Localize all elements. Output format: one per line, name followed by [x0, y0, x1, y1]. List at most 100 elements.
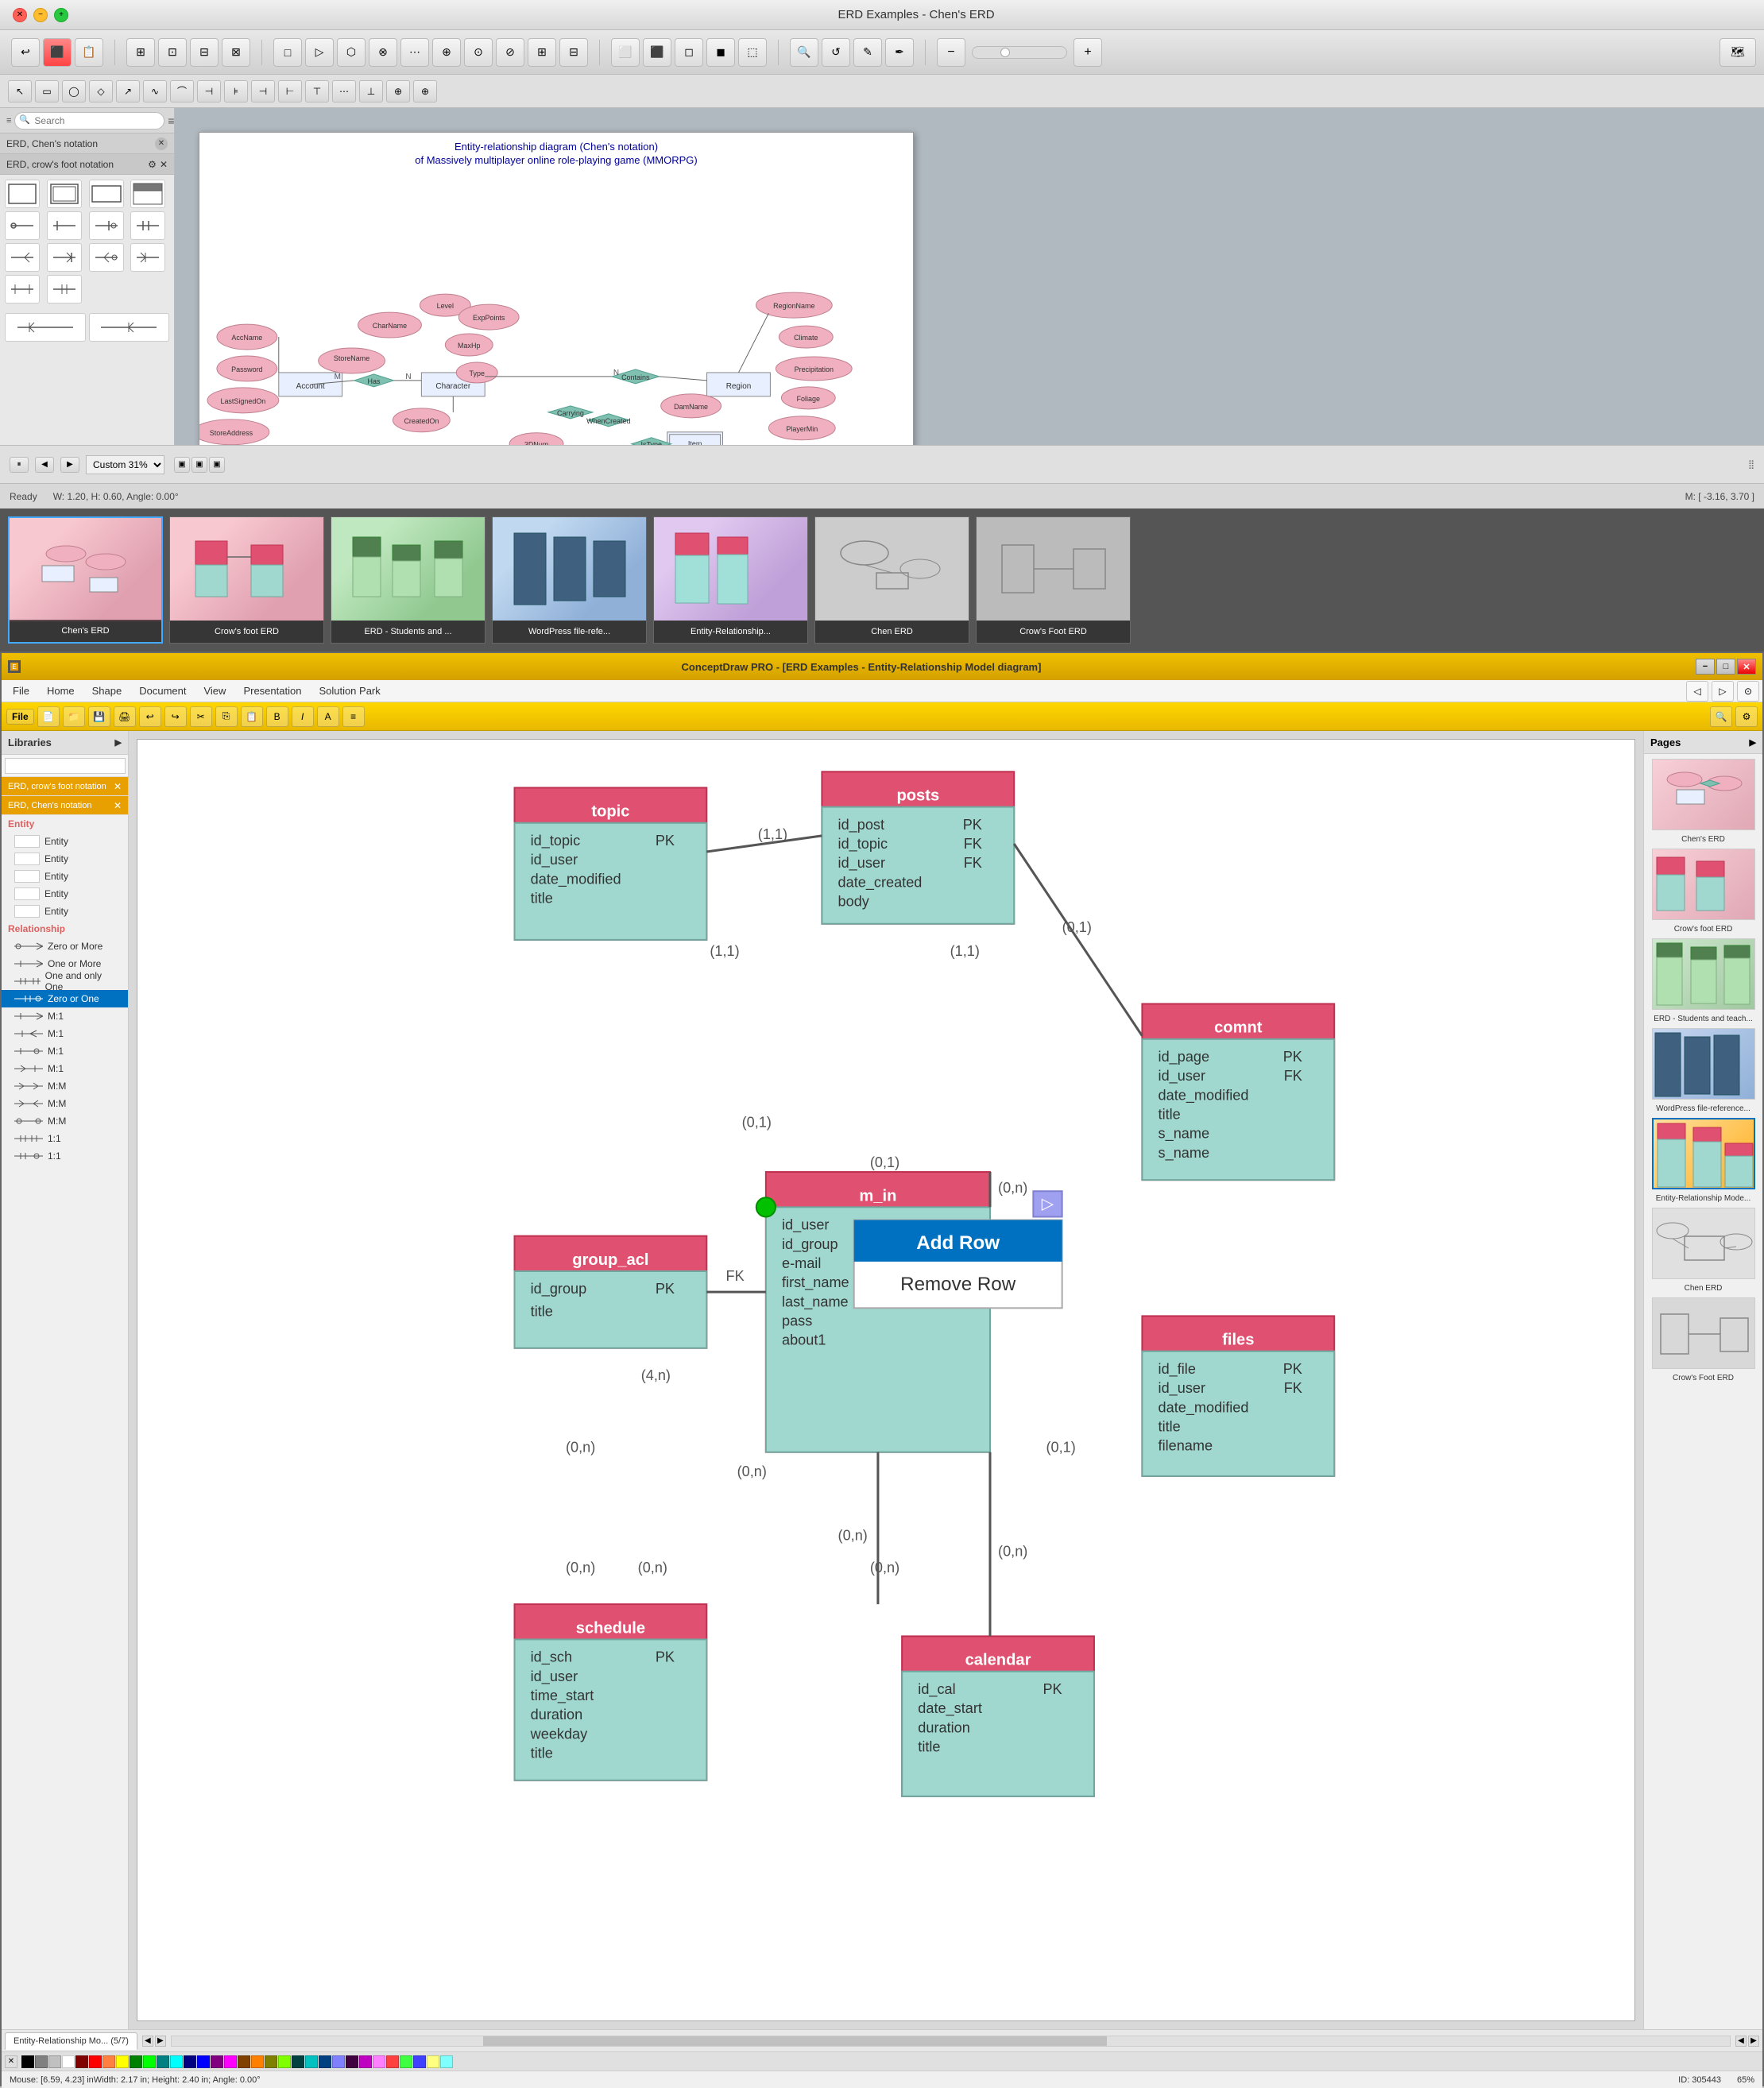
view-mode-1[interactable]: ▣: [174, 457, 190, 473]
win-scroll-left[interactable]: ◀: [1735, 2036, 1747, 2047]
win-rel-11-2[interactable]: 1:1: [2, 1147, 128, 1165]
color-medium-blue[interactable]: [413, 2055, 426, 2068]
shape-crow-zero-one[interactable]: [89, 211, 124, 240]
win-scroll-right[interactable]: ▶: [1748, 2036, 1759, 2047]
toolbar-icon-7[interactable]: ⊠: [222, 38, 250, 67]
thumbnail-crowsfoot-erd2[interactable]: Crow's Foot ERD: [976, 516, 1131, 644]
page-thumb-chens[interactable]: [1652, 759, 1755, 830]
win-rel-m1-3[interactable]: M:1: [2, 1042, 128, 1060]
color-dark-teal[interactable]: [292, 2055, 304, 2068]
win-lib-crowsfoot[interactable]: ERD, crow's foot notation ✕: [2, 777, 128, 796]
toolbar-icon-15[interactable]: ⊘: [496, 38, 524, 67]
toolbar-icon-10[interactable]: ⬡: [337, 38, 366, 67]
page-thumb-entity-rel[interactable]: [1652, 1118, 1755, 1189]
color-teal[interactable]: [157, 2055, 169, 2068]
toolbar-icon-22[interactable]: ⬚: [738, 38, 767, 67]
page-thumb-chen[interactable]: [1652, 1208, 1755, 1279]
win-relationship-category[interactable]: Relationship: [2, 920, 128, 938]
win-tb-copy[interactable]: ⎘: [215, 706, 238, 727]
win-search-input[interactable]: [5, 758, 126, 774]
win-tb-align[interactable]: ≡: [342, 706, 365, 727]
file-tab[interactable]: File: [6, 709, 34, 725]
map-icon[interactable]: 🗺: [1720, 38, 1756, 67]
thumbnail-crowsfoot-erd[interactable]: Crow's foot ERD: [169, 516, 324, 644]
color-white[interactable]: [62, 2055, 75, 2068]
color-red[interactable]: [89, 2055, 102, 2068]
library-settings-icon[interactable]: ⚙: [148, 159, 157, 170]
toolbar-icon-20[interactable]: ◻: [675, 38, 703, 67]
color-violet[interactable]: [359, 2055, 372, 2068]
win-entity-category[interactable]: Entity: [2, 815, 128, 833]
toolbar-icon-9[interactable]: ▷: [305, 38, 334, 67]
win-tb-bold[interactable]: B: [266, 706, 288, 727]
subtool-group4[interactable]: ⊤: [305, 80, 329, 102]
win-icon-1[interactable]: ◁: [1686, 681, 1708, 702]
shape-entity-wide[interactable]: [89, 180, 124, 208]
subtool-diamond[interactable]: ◇: [89, 80, 113, 102]
close-button[interactable]: ✕: [13, 8, 27, 22]
color-lime[interactable]: [143, 2055, 156, 2068]
color-none[interactable]: ✕: [5, 2055, 17, 2068]
color-silver[interactable]: [48, 2055, 61, 2068]
toolbar-icon-6[interactable]: ⊟: [190, 38, 219, 67]
win-icon-3[interactable]: ⊙: [1737, 681, 1759, 702]
subtool-connector[interactable]: ⊣: [197, 80, 221, 102]
menu-home[interactable]: Home: [39, 683, 83, 698]
color-maroon[interactable]: [75, 2055, 88, 2068]
win-pages-collapse[interactable]: ▶: [1750, 737, 1756, 748]
menu-file[interactable]: File: [5, 683, 37, 698]
win-tb-save[interactable]: 💾: [88, 706, 110, 727]
win-entity-4[interactable]: Entity: [2, 885, 128, 903]
toolbar-icon-21[interactable]: ◼: [706, 38, 735, 67]
toolbar-icon-19[interactable]: ⬛: [643, 38, 671, 67]
shape-entity-dbl[interactable]: [47, 180, 82, 208]
page-thumb-crowsfoot2[interactable]: [1652, 1297, 1755, 1369]
page-thumb-students[interactable]: [1652, 938, 1755, 1010]
color-yellow-green[interactable]: [278, 2055, 291, 2068]
minimize-button[interactable]: −: [33, 8, 48, 22]
maximize-button[interactable]: +: [54, 8, 68, 22]
zoom-select[interactable]: Custom 31%: [86, 455, 164, 474]
toolbar-icon-5[interactable]: ⊡: [158, 38, 187, 67]
shape-crow-pair1[interactable]: [5, 275, 40, 304]
list-view-icon[interactable]: ≡: [168, 114, 174, 127]
menu-presentation[interactable]: Presentation: [235, 683, 309, 698]
menu-document[interactable]: Document: [131, 683, 194, 698]
menu-view[interactable]: View: [195, 683, 234, 698]
thumbnail-chen-erd[interactable]: Chen ERD: [814, 516, 969, 644]
win-tb-cut[interactable]: ✂: [190, 706, 212, 727]
color-navy[interactable]: [184, 2055, 196, 2068]
win-lib-crowsfoot-close[interactable]: ✕: [114, 781, 122, 792]
subtool-ellipse[interactable]: ◯: [62, 80, 86, 102]
toolbar-icon-18[interactable]: ⬜: [611, 38, 640, 67]
win-entity-5[interactable]: Entity: [2, 903, 128, 920]
play-pause-button[interactable]: ⏸: [10, 457, 29, 473]
color-brown[interactable]: [238, 2055, 250, 2068]
win-tb-new[interactable]: 📄: [37, 706, 60, 727]
shape-crow-pair2[interactable]: [47, 275, 82, 304]
thumbnail-chens-erd[interactable]: Chen's ERD: [8, 516, 163, 644]
color-blue[interactable]: [197, 2055, 210, 2068]
toolbar-icon-3[interactable]: 📋: [75, 38, 103, 67]
subtool-zoom-fit[interactable]: ⊕: [386, 80, 410, 102]
subtool-rect[interactable]: ▭: [35, 80, 59, 102]
zoom-out-icon[interactable]: −: [937, 38, 965, 67]
win-tb-search[interactable]: 🔍: [1710, 706, 1732, 727]
library-crowsfoot-close[interactable]: ✕: [160, 159, 168, 170]
color-olive[interactable]: [265, 2055, 277, 2068]
view-mode-2[interactable]: ▣: [191, 457, 207, 473]
toolbar-icon-25[interactable]: ✎: [853, 38, 882, 67]
toolbar-icon-12[interactable]: ⋯: [400, 38, 429, 67]
library-chen-header[interactable]: ERD, Chen's notation ✕: [0, 133, 174, 154]
win-lib-chen-close[interactable]: ✕: [114, 800, 122, 811]
play-prev-button[interactable]: ◀: [35, 457, 54, 473]
toolbar-icon-1[interactable]: ↩: [11, 38, 40, 67]
subtool-group2[interactable]: ⊣: [251, 80, 275, 102]
win-tab-next[interactable]: ▶: [155, 2036, 166, 2047]
subtool-line[interactable]: ↗: [116, 80, 140, 102]
toolbar-icon-4[interactable]: ⊞: [126, 38, 155, 67]
color-orange[interactable]: [103, 2055, 115, 2068]
win-rel-zero-more[interactable]: Zero or More: [2, 938, 128, 955]
win-close-button[interactable]: ✕: [1737, 659, 1756, 675]
win-rel-zero-one[interactable]: Zero or One: [2, 990, 128, 1007]
